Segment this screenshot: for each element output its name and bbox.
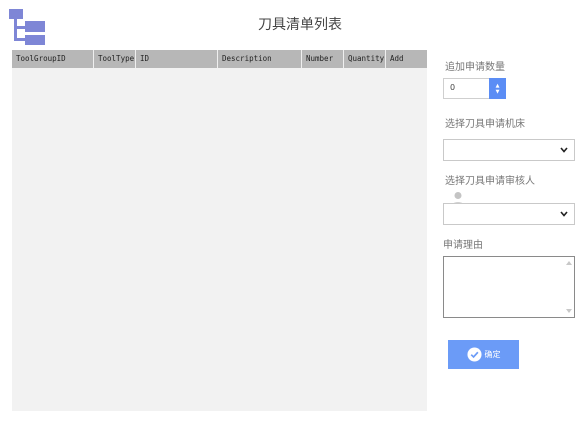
quantity-stepper[interactable]: 0 ▲ ▼ (443, 78, 506, 99)
confirm-button[interactable]: 确定 (448, 340, 519, 369)
decrement-icon[interactable]: ▼ (496, 89, 500, 95)
column-header-quantity[interactable]: Quantity (344, 50, 386, 68)
quantity-label: 追加申请数量 (445, 62, 505, 73)
chevron-down-icon (560, 211, 568, 217)
confirm-label: 确定 (484, 350, 501, 359)
column-header-description[interactable]: Description (218, 50, 302, 68)
chevron-down-icon (560, 147, 568, 153)
machine-select[interactable] (443, 139, 575, 161)
stepper-buttons[interactable]: ▲ ▼ (489, 78, 506, 99)
reviewer-select[interactable] (443, 203, 575, 225)
column-header-tooltype[interactable]: ToolType (94, 50, 136, 68)
page-title: 刀具清单列表 (258, 17, 342, 33)
reason-label: 申请理由 (443, 240, 483, 251)
reason-textarea[interactable] (443, 256, 575, 318)
machine-label: 选择刀具申请机床 (445, 119, 525, 130)
check-circle-icon (466, 347, 482, 362)
table-header: ToolGroupID ToolType ID Description Numb… (12, 50, 427, 68)
column-header-number[interactable]: Number (302, 50, 344, 68)
tool-table: ToolGroupID ToolType ID Description Numb… (12, 50, 427, 411)
scroll-down-icon[interactable] (566, 309, 572, 313)
column-header-add[interactable]: Add (386, 50, 427, 68)
quantity-value[interactable]: 0 (450, 83, 455, 92)
reviewer-label: 选择刀具申请审核人 (445, 176, 535, 187)
column-header-toolgroupid[interactable]: ToolGroupID (12, 50, 94, 68)
column-header-id[interactable]: ID (136, 50, 218, 68)
scroll-up-icon[interactable] (566, 261, 572, 265)
